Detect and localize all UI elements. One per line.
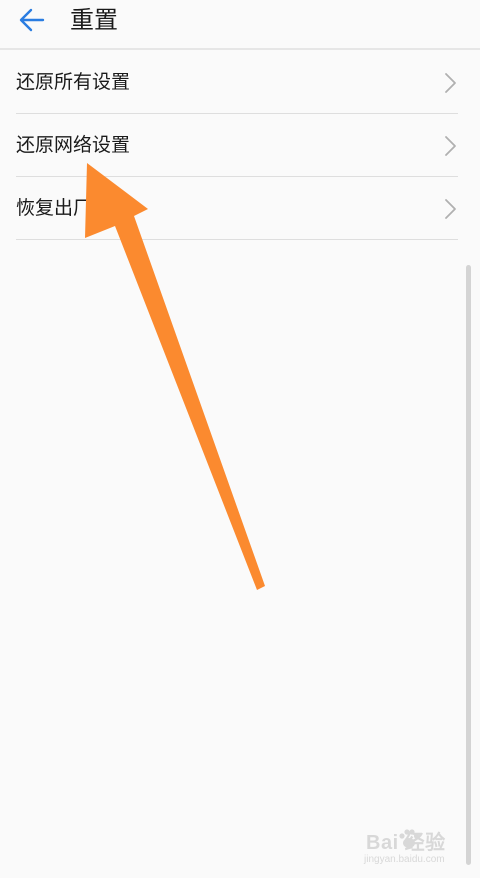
watermark-url: jingyan.baidu.com — [364, 854, 445, 865]
chevron-right-icon — [445, 136, 456, 156]
scrollbar[interactable] — [466, 265, 471, 865]
divider — [16, 239, 458, 240]
page-title: 重置 — [70, 6, 118, 34]
title-bar: 重置 — [0, 0, 480, 50]
baidu-jingyan-watermark: Bai 经验 jingyan.baidu.com — [360, 826, 470, 872]
factory-reset-item[interactable]: 恢复出厂设置 — [0, 177, 480, 240]
item-label: 还原网络设置 — [16, 134, 131, 156]
reset-network-settings-item[interactable]: 还原网络设置 — [0, 114, 480, 177]
reset-options-list: 还原所有设置 还原网络设置 恢复出厂设置 — [0, 51, 480, 240]
item-label: 还原所有设置 — [16, 71, 131, 93]
chevron-right-icon — [445, 73, 456, 93]
paw-icon — [399, 829, 420, 848]
chevron-right-icon — [445, 199, 456, 219]
item-label: 恢复出厂设置 — [16, 197, 131, 219]
reset-all-settings-item[interactable]: 还原所有设置 — [0, 51, 480, 114]
arrow-left-icon — [19, 8, 45, 32]
back-button[interactable] — [10, 2, 54, 38]
